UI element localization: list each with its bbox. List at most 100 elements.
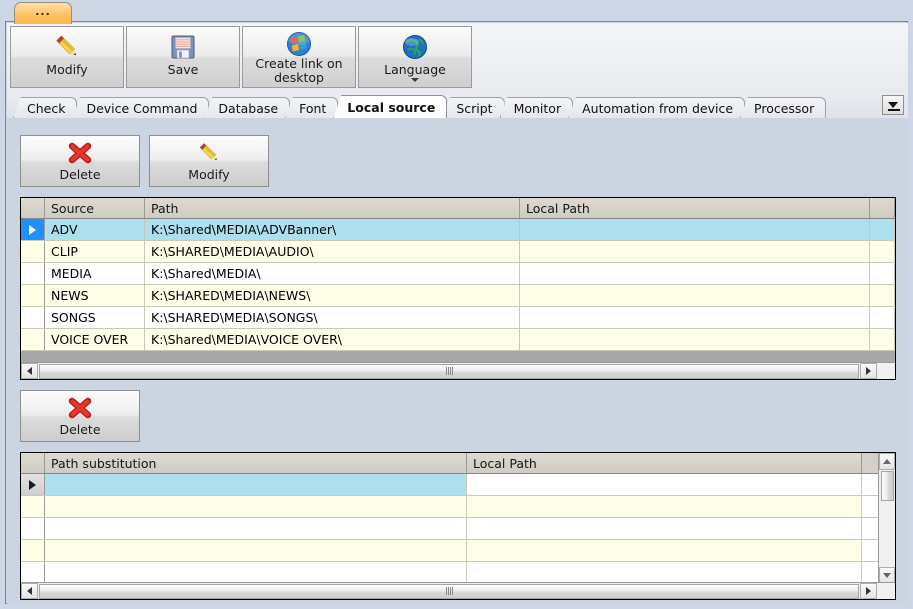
cell-source[interactable]: NEWS: [45, 285, 145, 306]
column-header-source[interactable]: Source: [45, 198, 145, 218]
tab-font[interactable]: Font: [285, 97, 339, 118]
table-row[interactable]: SONGS K:\SHARED\MEDIA\SONGS\: [21, 307, 895, 329]
table-row[interactable]: MEDIA K:\Shared\MEDIA\: [21, 263, 895, 285]
row-indicator[interactable]: [21, 562, 45, 583]
row-indicator[interactable]: [21, 540, 45, 561]
row-indicator[interactable]: [21, 241, 45, 262]
cell-local-path[interactable]: [467, 518, 862, 539]
windows-logo-icon: [286, 32, 312, 56]
column-header-path-substitution[interactable]: Path substitution: [45, 453, 467, 473]
tab-database[interactable]: Database: [204, 97, 291, 118]
scroll-right-arrow[interactable]: [860, 583, 877, 599]
grip-icon: [445, 367, 453, 375]
path-substitution-grid-header: Path substitution Local Path: [21, 453, 895, 474]
row-indicator[interactable]: [21, 329, 45, 350]
scroll-up-arrow[interactable]: [879, 453, 895, 470]
column-header-local-path[interactable]: Local Path: [520, 198, 870, 218]
cell-local-path[interactable]: [467, 562, 862, 583]
cell-source[interactable]: VOICE OVER: [45, 329, 145, 350]
cell-source[interactable]: MEDIA: [45, 263, 145, 284]
cell-local-path[interactable]: [520, 329, 870, 350]
scroll-right-arrow[interactable]: [860, 363, 877, 379]
tab-device-command[interactable]: Device Command: [72, 97, 210, 118]
globe-icon: [402, 32, 428, 62]
cell-local-path[interactable]: [467, 474, 862, 495]
tab-local-source-label: Local source: [347, 99, 436, 115]
lower-delete-button[interactable]: Delete: [20, 390, 140, 442]
cell-path[interactable]: K:\Shared\MEDIA\ADVBanner\: [145, 219, 520, 240]
table-row[interactable]: [21, 540, 895, 562]
triangle-right-icon: [866, 367, 871, 375]
cell-path[interactable]: K:\Shared\MEDIA\: [145, 263, 520, 284]
cell-path-substitution[interactable]: [45, 562, 467, 583]
table-row[interactable]: CLIP K:\SHARED\MEDIA\AUDIO\: [21, 241, 895, 263]
cell-source[interactable]: CLIP: [45, 241, 145, 262]
lower-grid-vertical-scrollbar[interactable]: [878, 453, 895, 584]
cell-local-path[interactable]: [520, 307, 870, 328]
cell-path-substitution[interactable]: [45, 474, 467, 495]
tab-local-source[interactable]: Local source: [333, 95, 448, 118]
upper-modify-button[interactable]: Modify: [149, 135, 269, 187]
row-indicator[interactable]: [21, 219, 45, 240]
tab-automation-from-device[interactable]: Automation from device: [568, 97, 746, 118]
cell-local-path[interactable]: [520, 241, 870, 262]
cell-local-path[interactable]: [467, 496, 862, 517]
scroll-left-arrow[interactable]: [21, 583, 38, 599]
cell-local-path[interactable]: [520, 263, 870, 284]
horizontal-scroll-thumb[interactable]: [39, 583, 859, 599]
tab-automation-from-device-label: Automation from device: [582, 100, 734, 116]
tab-processor[interactable]: Processor: [740, 97, 827, 118]
cell-source[interactable]: SONGS: [45, 307, 145, 328]
table-row[interactable]: [21, 518, 895, 540]
cell-path[interactable]: K:\SHARED\MEDIA\SONGS\: [145, 307, 520, 328]
cell-local-path[interactable]: [520, 219, 870, 240]
vertical-scroll-thumb[interactable]: [880, 471, 894, 501]
language-button[interactable]: Language: [358, 26, 472, 88]
table-row[interactable]: NEWS K:\SHARED\MEDIA\NEWS\: [21, 285, 895, 307]
cell-path[interactable]: K:\Shared\MEDIA\VOICE OVER\: [145, 329, 520, 350]
table-row[interactable]: VOICE OVER K:\Shared\MEDIA\VOICE OVER\: [21, 329, 895, 351]
row-indicator[interactable]: [21, 285, 45, 306]
upper-grid-horizontal-scrollbar[interactable]: [21, 362, 895, 379]
cell-local-path[interactable]: [520, 285, 870, 306]
tab-monitor[interactable]: Monitor: [499, 97, 574, 118]
upper-delete-button[interactable]: Delete: [20, 135, 140, 187]
modify-button-label: Modify: [46, 62, 88, 77]
tab-font-label: Font: [299, 100, 327, 116]
table-row[interactable]: ADV K:\Shared\MEDIA\ADVBanner\: [21, 219, 895, 241]
row-indicator[interactable]: [21, 474, 45, 495]
table-row[interactable]: [21, 562, 895, 584]
lower-grid-horizontal-scrollbar[interactable]: [21, 582, 895, 599]
create-link-on-desktop-button[interactable]: Create link on desktop: [242, 26, 356, 88]
pencil-icon: [196, 140, 222, 166]
tab-strip: Check Device Command Database Font Local…: [7, 93, 908, 118]
row-indicator[interactable]: [21, 307, 45, 328]
cell-local-path[interactable]: [467, 540, 862, 561]
save-button[interactable]: Save: [126, 26, 240, 88]
modify-button[interactable]: Modify: [10, 26, 124, 88]
tab-overflow-button[interactable]: [882, 95, 904, 115]
tab-script[interactable]: Script: [442, 97, 505, 118]
cell-path[interactable]: K:\SHARED\MEDIA\AUDIO\: [145, 241, 520, 262]
floppy-disk-icon: [169, 32, 197, 62]
cell-source[interactable]: ADV: [45, 219, 145, 240]
table-row[interactable]: [21, 496, 895, 518]
cell-path-substitution[interactable]: [45, 540, 467, 561]
path-substitution-grid[interactable]: Path substitution Local Path: [20, 452, 896, 600]
cell-path-substitution[interactable]: [45, 518, 467, 539]
column-header-local-path[interactable]: Local Path: [467, 453, 862, 473]
column-header-filler: [870, 198, 895, 218]
title-tab[interactable]: ...: [14, 2, 72, 24]
cell-path-substitution[interactable]: [45, 496, 467, 517]
local-source-grid[interactable]: Source Path Local Path ADV K:\Shared\MED…: [20, 197, 896, 380]
row-indicator[interactable]: [21, 496, 45, 517]
row-indicator[interactable]: [21, 518, 45, 539]
table-row[interactable]: [21, 474, 895, 496]
tab-check[interactable]: Check: [13, 97, 78, 118]
cell-path[interactable]: K:\SHARED\MEDIA\NEWS\: [145, 285, 520, 306]
horizontal-scroll-thumb[interactable]: [39, 363, 859, 379]
scroll-left-arrow[interactable]: [21, 363, 38, 379]
column-header-path[interactable]: Path: [145, 198, 520, 218]
window-frame: Modify Save Create link on desktop Langu…: [5, 21, 908, 605]
row-indicator[interactable]: [21, 263, 45, 284]
